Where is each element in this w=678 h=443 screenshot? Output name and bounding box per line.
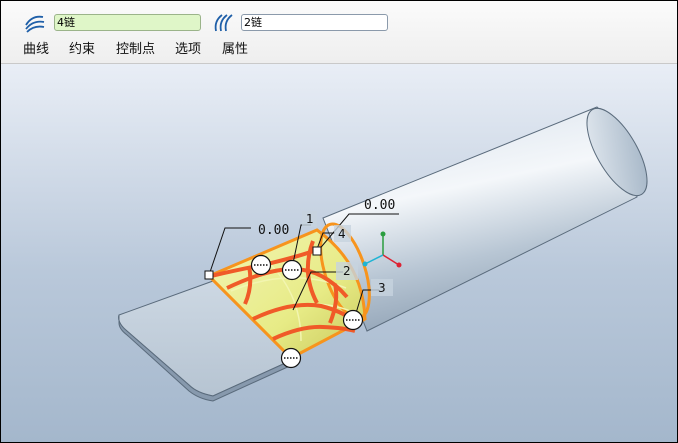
tab-control-points[interactable]: 控制点	[116, 40, 155, 60]
dimension-value[interactable]: 0.00	[258, 223, 289, 238]
tab-options[interactable]: 选项	[175, 40, 201, 60]
constraint-marker[interactable]	[281, 259, 303, 281]
tab-properties[interactable]: 属性	[222, 40, 248, 60]
app-window: 4链 2链 曲线 约束 控制点 选项 属性 0.00 0.00 1 2 3 4	[0, 0, 678, 443]
tab-constraints[interactable]: 约束	[69, 40, 95, 60]
curve-chain-icon	[23, 13, 47, 33]
constraint-marker[interactable]	[250, 254, 272, 276]
constraint-marker[interactable]	[342, 309, 364, 331]
curve-id-label: 4	[338, 227, 346, 241]
curve-id-label: 1	[306, 212, 314, 226]
triad-end	[396, 262, 402, 268]
curve-id-label: 3	[378, 281, 386, 295]
curve-chain-icon	[210, 13, 234, 33]
graphics-window[interactable]: 0.00 0.00 1 2 3 4	[1, 64, 677, 442]
tab-curves[interactable]: 曲线	[23, 40, 49, 60]
curve-id-label: 2	[343, 264, 351, 278]
tangency-handle[interactable]	[312, 246, 322, 256]
triad-end	[362, 261, 368, 267]
first-chain-field[interactable]: 4链	[54, 14, 201, 31]
model-scene[interactable]: 0.00 0.00 1 2 3 4	[1, 64, 677, 442]
second-chain-field[interactable]: 2链	[241, 14, 388, 31]
constraint-marker[interactable]	[280, 347, 302, 369]
tangency-handle[interactable]	[204, 270, 214, 280]
triad-end	[380, 231, 386, 237]
dimension-value[interactable]: 0.00	[364, 198, 395, 213]
dashboard: 4链 2链 曲线 约束 控制点 选项 属性	[1, 1, 677, 64]
